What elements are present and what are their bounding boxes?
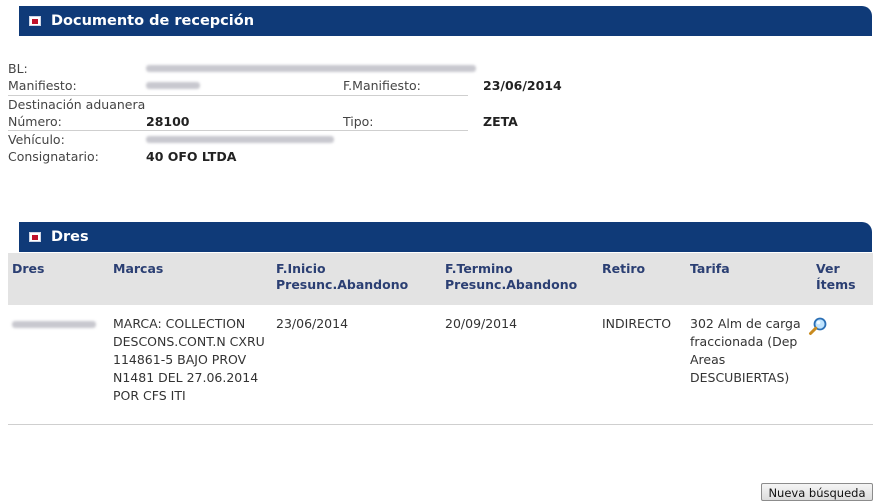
bl-value-redacted [146, 65, 476, 72]
vehiculo-row: Vehículo: [8, 131, 428, 148]
col-ver-items: Ver Ítems [816, 261, 856, 292]
reception-section-header: Documento de recepción [19, 6, 872, 36]
destinacion-label: Destinación aduanera [8, 97, 146, 112]
destinacion-row: Destinación aduanera [8, 96, 468, 113]
dres-section-header: Dres [19, 222, 872, 252]
cell-retiro: INDIRECTO [602, 316, 672, 331]
bl-label: BL: [8, 61, 28, 76]
bullet-icon [29, 16, 41, 26]
vehiculo-label: Vehículo: [8, 132, 65, 147]
manifiesto-row: Manifiesto: F.Manifiesto: 23/06/2014 [8, 77, 562, 94]
destinacion-box: Destinación aduanera Número: 28100 Tipo:… [8, 95, 518, 131]
manifiesto-label: Manifiesto: [8, 78, 77, 93]
tipo-value: ZETA [483, 114, 518, 129]
col-finicio: F.Inicio Presunc.Abandono [276, 261, 409, 292]
new-search-button[interactable]: Nueva búsqueda [761, 483, 873, 501]
dres-title: Dres [51, 229, 89, 245]
col-dres: Dres [12, 261, 45, 276]
bullet-icon [29, 232, 41, 242]
consignatario-value: 40 OFO LTDA [146, 149, 237, 164]
fmanifiesto-label: F.Manifiesto: [343, 78, 421, 93]
manifiesto-value-redacted [146, 82, 200, 89]
col-marcas: Marcas [113, 261, 164, 276]
table-row: MARCA: COLLECTION DESCONS.CONT.N CXRU 11… [8, 305, 873, 425]
dres-table-header: Dres Marcas F.Inicio Presunc.Abandono F.… [8, 253, 873, 305]
cell-tarifa: 302 Alm de carga fraccionada (Dep Areas … [690, 316, 801, 385]
vehiculo-value-redacted [146, 136, 334, 143]
tipo-label: Tipo: [343, 114, 374, 129]
col-tarifa: Tarifa [690, 261, 730, 276]
col-ftermino: F.Termino Presunc.Abandono [445, 261, 578, 292]
cell-finicio: 23/06/2014 [276, 316, 349, 331]
fmanifiesto-value: 23/06/2014 [483, 78, 562, 93]
numero-value: 28100 [146, 114, 190, 129]
numero-row: Número: 28100 Tipo: ZETA [8, 113, 518, 130]
cell-marcas: MARCA: COLLECTION DESCONS.CONT.N CXRU 11… [113, 316, 265, 403]
col-retiro: Retiro [602, 261, 646, 276]
bl-row: BL: [8, 60, 476, 77]
dres-value-redacted [12, 321, 96, 328]
reception-title: Documento de recepción [51, 13, 255, 29]
cell-ftermino: 20/09/2014 [445, 316, 518, 331]
consignatario-label: Consignatario: [8, 149, 99, 164]
consignatario-row: Consignatario: 40 OFO LTDA [8, 148, 428, 165]
numero-label: Número: [8, 114, 62, 129]
magnifier-icon[interactable] [808, 316, 828, 336]
reception-info: BL: Manifiesto: F.Manifiesto: 23/06/2014… [8, 60, 562, 165]
